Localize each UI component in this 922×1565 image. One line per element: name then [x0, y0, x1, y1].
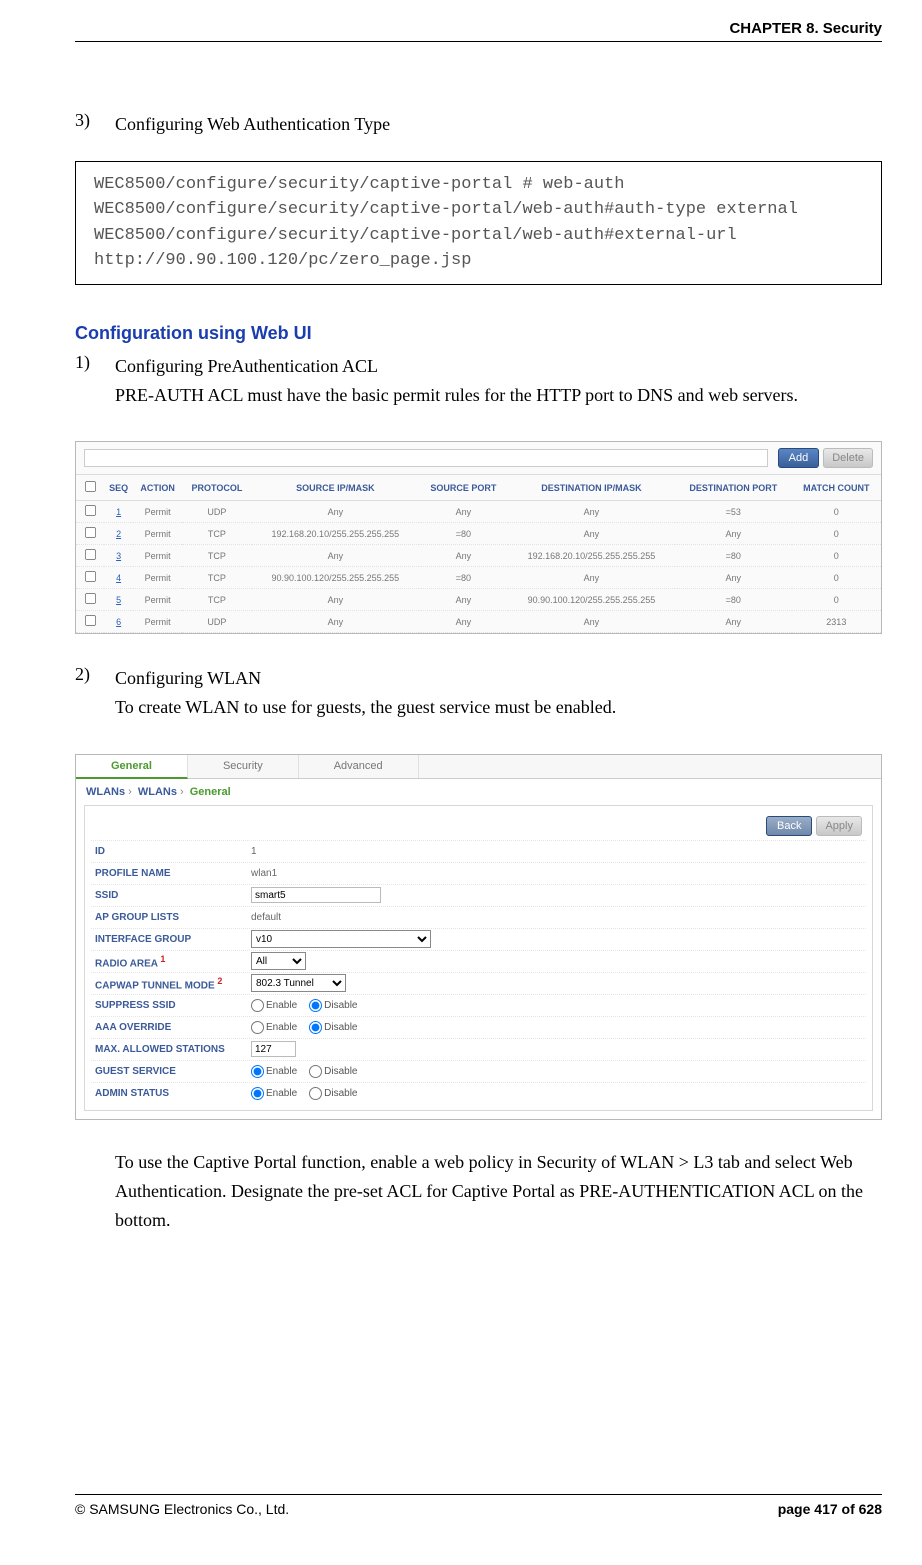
step2-desc: To create WLAN to use for guests, the gu…: [115, 697, 616, 717]
step3-num: 3): [75, 110, 115, 139]
step1-num: 1): [75, 352, 115, 410]
tab-advanced[interactable]: Advanced: [299, 755, 419, 778]
table-row: 4PermitTCP90.90.100.120/255.255.255.255=…: [76, 567, 881, 589]
value-profile: wlan1: [251, 868, 277, 879]
capwap-select[interactable]: 802.3 Tunnel: [251, 974, 346, 992]
seq-link[interactable]: 5: [116, 595, 121, 605]
add-button[interactable]: Add: [778, 448, 820, 468]
delete-button[interactable]: Delete: [823, 448, 873, 468]
table-row: 6PermitUDPAnyAnyAnyAny2313: [76, 611, 881, 633]
bc-2[interactable]: WLANs: [138, 786, 177, 798]
breadcrumb: WLANs› WLANs› General: [76, 779, 881, 805]
seq-link[interactable]: 2: [116, 529, 121, 539]
tab-security[interactable]: Security: [188, 755, 299, 778]
admin-enable[interactable]: [251, 1087, 264, 1100]
label-admin: ADMIN STATUS: [91, 1088, 251, 1099]
col-protocol: PROTOCOL: [182, 475, 252, 501]
step3-title: Configuring Web Authentication Type: [115, 110, 882, 139]
label-apgroup: AP GROUP LISTS: [91, 912, 251, 923]
value-id: 1: [251, 846, 257, 857]
label-profile: PROFILE NAME: [91, 868, 251, 879]
table-row: 2PermitTCP192.168.20.10/255.255.255.255=…: [76, 523, 881, 545]
footer-copyright: © SAMSUNG Electronics Co., Ltd.: [75, 1501, 289, 1517]
acl-screenshot: Add Delete SEQ ACTION PROTOCOL SOURCE IP…: [75, 441, 882, 634]
step2-num: 2): [75, 664, 115, 722]
seq-link[interactable]: 1: [116, 507, 121, 517]
aaa-enable[interactable]: [251, 1021, 264, 1034]
label-ssid: SSID: [91, 890, 251, 901]
wlan-screenshot: General Security Advanced WLANs› WLANs› …: [75, 754, 882, 1120]
radio-select[interactable]: All: [251, 952, 306, 970]
select-all-checkbox[interactable]: [84, 481, 95, 492]
suppress-enable[interactable]: [251, 999, 264, 1012]
label-radio: RADIO AREA 1: [91, 954, 251, 969]
step1-desc: PRE-AUTH ACL must have the basic permit …: [115, 385, 798, 405]
table-row: 5PermitTCPAnyAny90.90.100.120/255.255.25…: [76, 589, 881, 611]
section-heading: Configuration using Web UI: [75, 323, 882, 344]
guest-enable[interactable]: [251, 1065, 264, 1078]
footer-page: page 417 of 628: [778, 1501, 882, 1517]
label-aaa: AAA OVERRIDE: [91, 1022, 251, 1033]
aaa-disable[interactable]: [309, 1021, 322, 1034]
row-checkbox[interactable]: [84, 593, 95, 604]
col-seq: SEQ: [104, 475, 133, 501]
bc-3: General: [190, 786, 231, 798]
row-checkbox[interactable]: [84, 571, 95, 582]
chapter-header: CHAPTER 8. Security: [75, 20, 882, 41]
row-checkbox[interactable]: [84, 615, 95, 626]
col-source-ip: SOURCE IP/MASK: [252, 475, 419, 501]
admin-disable[interactable]: [309, 1087, 322, 1100]
label-capwap: CAPWAP TUNNEL MODE 2: [91, 976, 251, 991]
label-ifgroup: INTERFACE GROUP: [91, 934, 251, 945]
col-dest-port: DESTINATION PORT: [675, 475, 792, 501]
col-dest-ip: DESTINATION IP/MASK: [508, 475, 675, 501]
acl-filter-input[interactable]: [84, 449, 768, 467]
seq-link[interactable]: 3: [116, 551, 121, 561]
ssid-input[interactable]: [251, 887, 381, 903]
row-checkbox[interactable]: [84, 527, 95, 538]
label-suppress: SUPPRESS SSID: [91, 1000, 251, 1011]
seq-link[interactable]: 6: [116, 617, 121, 627]
max-input[interactable]: [251, 1041, 296, 1057]
bc-1[interactable]: WLANs: [86, 786, 125, 798]
table-row: 3PermitTCPAnyAny192.168.20.10/255.255.25…: [76, 545, 881, 567]
tab-general[interactable]: General: [76, 755, 188, 779]
apply-button[interactable]: Apply: [816, 816, 862, 836]
value-apgroup: default: [251, 912, 281, 923]
cli-code-block: WEC8500/configure/security/captive-porta…: [75, 161, 882, 285]
acl-table: SEQ ACTION PROTOCOL SOURCE IP/MASK SOURC…: [76, 474, 881, 633]
post-wlan-paragraph: To use the Captive Portal function, enab…: [115, 1148, 882, 1234]
seq-link[interactable]: 4: [116, 573, 121, 583]
suppress-disable[interactable]: [309, 999, 322, 1012]
ifgroup-select[interactable]: v10: [251, 930, 431, 948]
row-checkbox[interactable]: [84, 549, 95, 560]
step2-title: Configuring WLAN: [115, 668, 261, 688]
back-button[interactable]: Back: [766, 816, 812, 836]
col-match-count: MATCH COUNT: [792, 475, 881, 501]
label-guest: GUEST SERVICE: [91, 1066, 251, 1077]
col-action: ACTION: [133, 475, 182, 501]
step1-title: Configuring PreAuthentication ACL: [115, 356, 378, 376]
table-row: 1PermitUDPAnyAnyAny=530: [76, 501, 881, 523]
col-source-port: SOURCE PORT: [419, 475, 508, 501]
label-id: ID: [91, 846, 251, 857]
row-checkbox[interactable]: [84, 505, 95, 516]
label-max: MAX. ALLOWED STATIONS: [91, 1044, 251, 1055]
guest-disable[interactable]: [309, 1065, 322, 1078]
